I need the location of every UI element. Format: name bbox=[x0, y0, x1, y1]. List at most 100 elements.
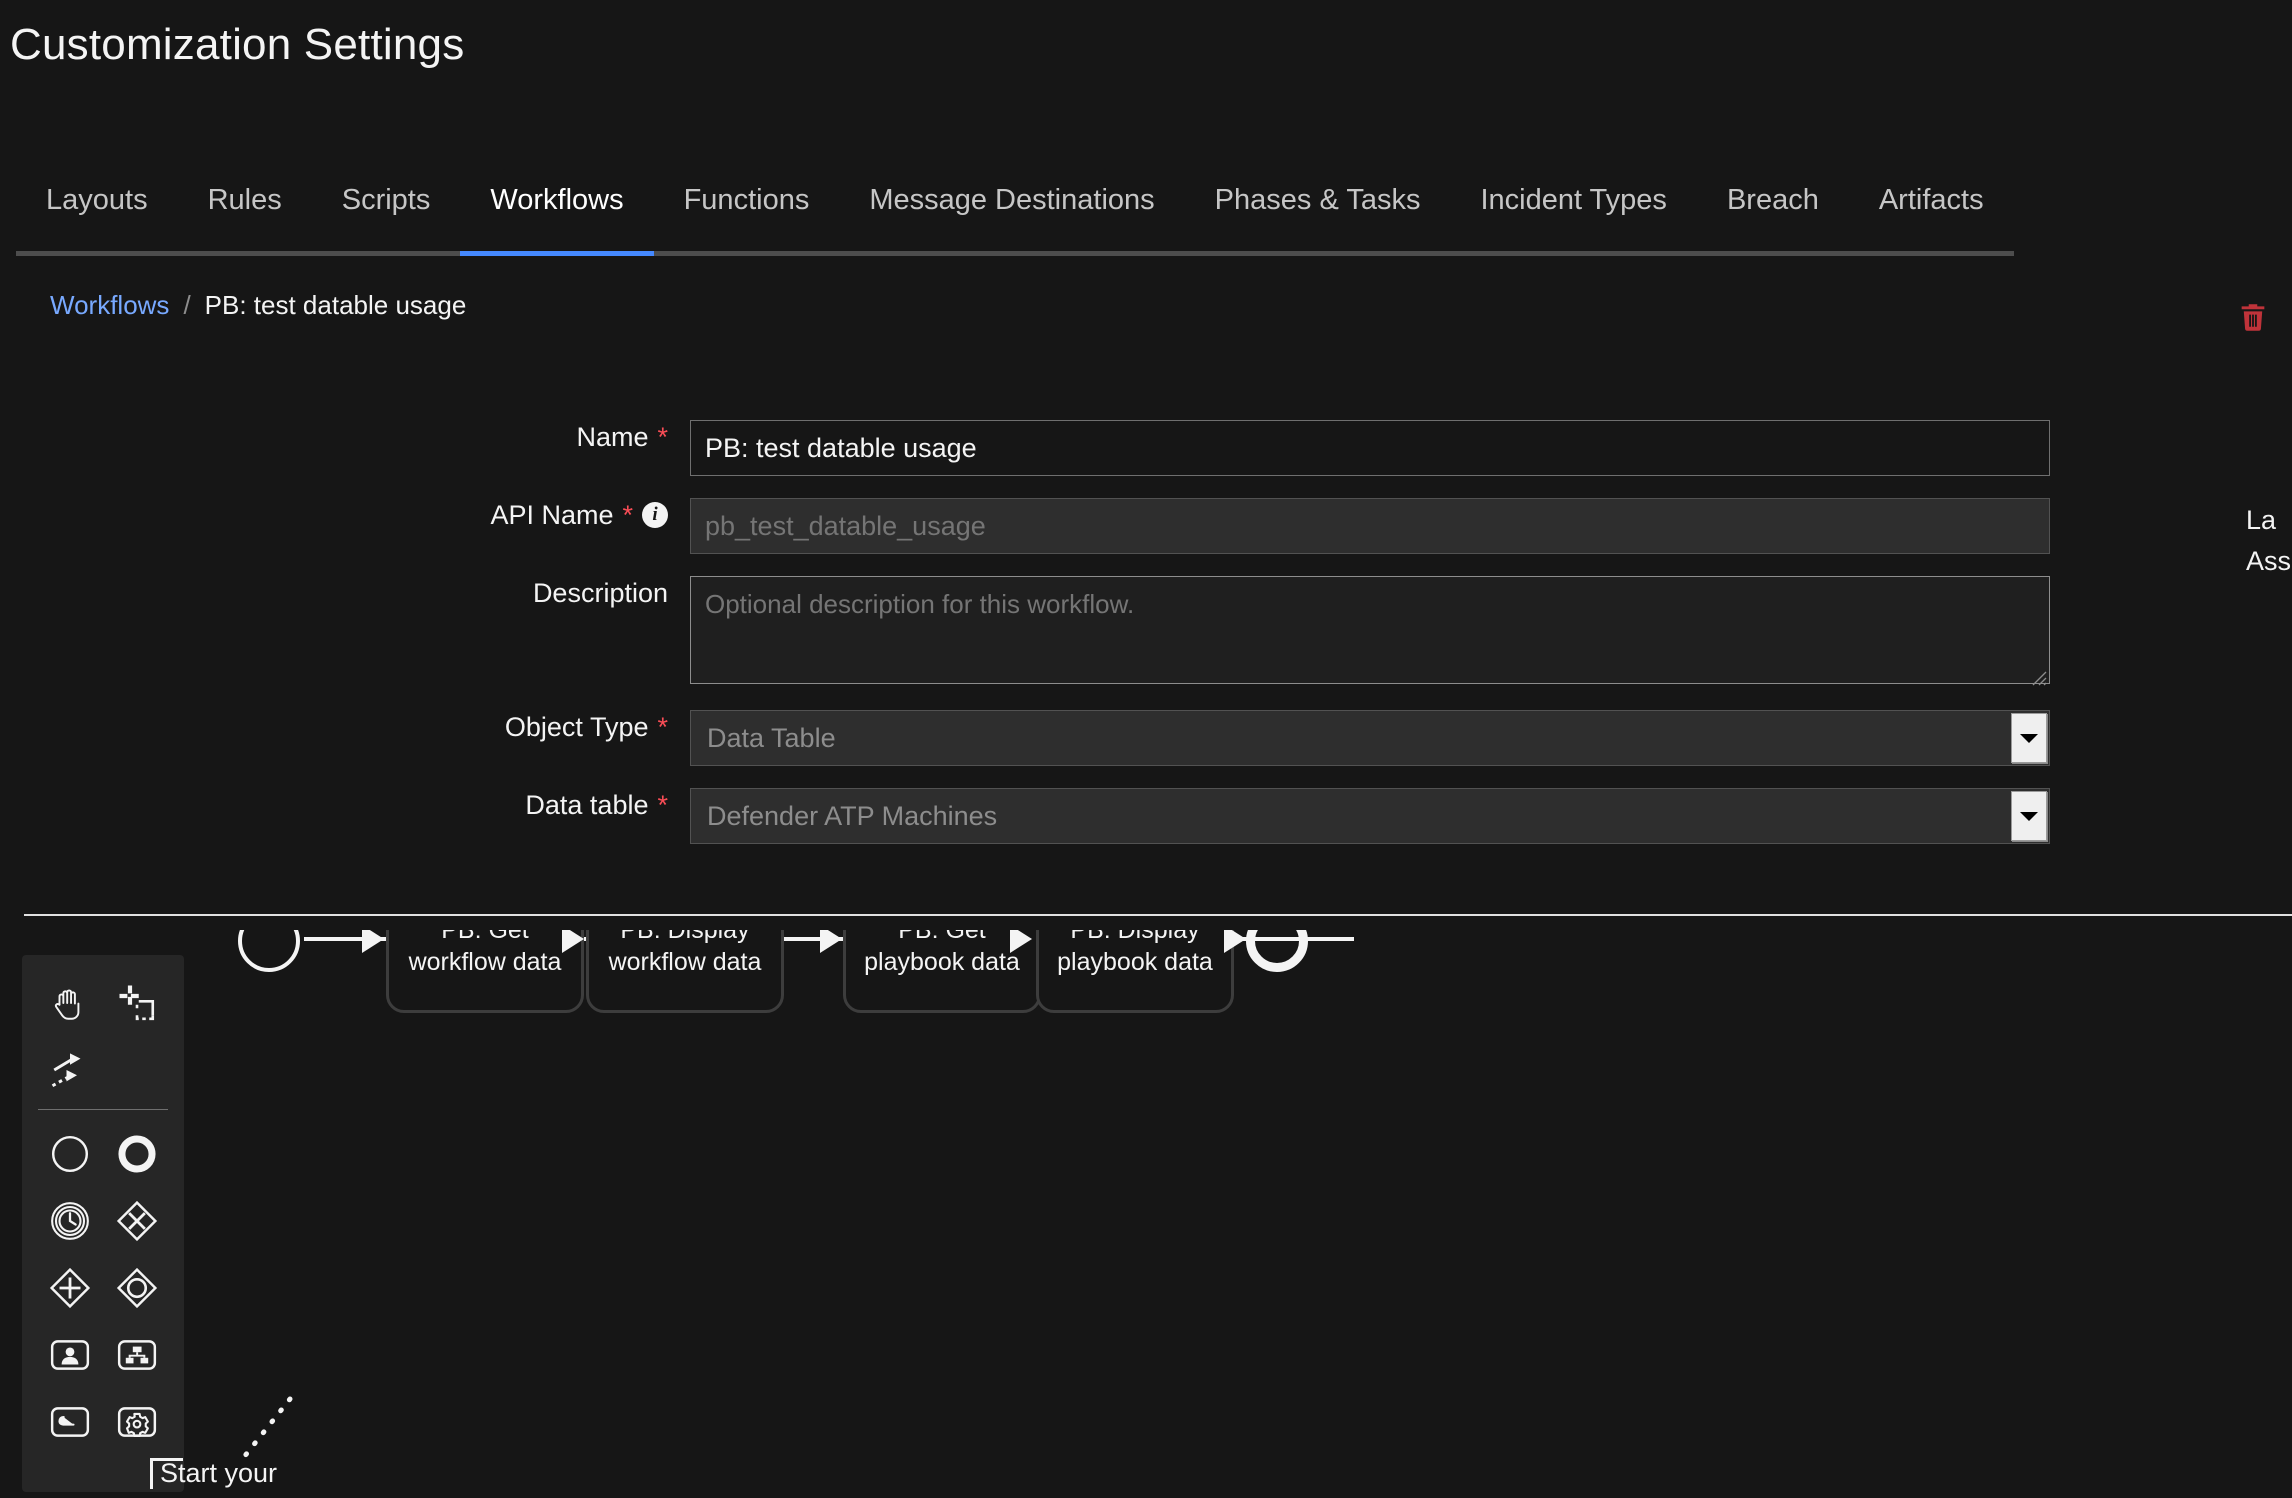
end-event-icon bbox=[117, 1134, 156, 1173]
diagram-end-event[interactable] bbox=[1246, 930, 1308, 972]
node-label-line2: workflow data bbox=[408, 948, 562, 976]
breadcrumb: Workflows / PB: test datable usage bbox=[50, 290, 466, 321]
object-type-value[interactable]: Data Table bbox=[690, 710, 2050, 766]
tab-scripts[interactable]: Scripts bbox=[311, 178, 461, 256]
palette-service-task[interactable] bbox=[103, 1388, 170, 1455]
tab-bar: Layouts Rules Scripts Workflows Function… bbox=[16, 178, 2292, 256]
tab-message-destinations[interactable]: Message Destinations bbox=[839, 178, 1185, 256]
tab-breach[interactable]: Breach bbox=[1696, 178, 1849, 256]
palette-shapes-group bbox=[22, 1120, 184, 1455]
form-row-api-name: API Name * i bbox=[0, 498, 2050, 554]
tab-artifacts[interactable]: Artifacts bbox=[1848, 178, 2014, 256]
data-table-value[interactable]: Defender ATP Machines bbox=[690, 788, 2050, 844]
tab-label: Rules bbox=[207, 184, 282, 216]
node-label-line2: playbook data bbox=[1057, 948, 1213, 976]
breadcrumb-current: PB: test datable usage bbox=[204, 290, 467, 320]
node-label-line1: PB: Get bbox=[441, 930, 529, 944]
tab-underline-active bbox=[460, 251, 654, 256]
workflow-canvas[interactable]: f(x) PB: Get workflow data PB: Display w… bbox=[184, 930, 2292, 1492]
timer-event-icon bbox=[50, 1201, 89, 1240]
palette-marquee-tool[interactable] bbox=[103, 969, 170, 1036]
palette-subprocess-task[interactable] bbox=[103, 1321, 170, 1388]
parallel-gateway-icon bbox=[49, 1267, 90, 1308]
api-name-input[interactable] bbox=[690, 498, 2050, 554]
tab-label: Breach bbox=[1726, 184, 1819, 216]
object-type-select[interactable]: Data Table bbox=[690, 710, 2050, 766]
chevron-down-icon[interactable] bbox=[2011, 713, 2047, 763]
start-callout: Start your bbox=[150, 1458, 380, 1498]
name-input[interactable] bbox=[690, 420, 2050, 476]
connector-arrowhead bbox=[562, 930, 584, 953]
tab-layouts[interactable]: Layouts bbox=[16, 178, 178, 256]
node-label: PB: Get playbook data bbox=[864, 930, 1020, 978]
palette-hand-tool[interactable] bbox=[36, 969, 103, 1036]
tab-workflows[interactable]: Workflows bbox=[460, 178, 654, 256]
resize-grip-icon bbox=[2032, 671, 2047, 686]
diagram-start-event[interactable] bbox=[238, 930, 300, 972]
palette-exclusive-gateway[interactable] bbox=[103, 1187, 170, 1254]
palette-parallel-gateway[interactable] bbox=[36, 1254, 103, 1321]
side-meta-line1: La bbox=[2246, 505, 2277, 535]
node-label: PB: Display playbook data bbox=[1057, 930, 1213, 978]
form-row-description: Description bbox=[0, 576, 2050, 689]
chevron-down-icon[interactable] bbox=[2011, 791, 2047, 841]
diagram-node-display-workflow-data[interactable]: PB: Display workflow data bbox=[586, 930, 784, 1013]
marquee-select-icon bbox=[119, 985, 154, 1020]
description-textarea[interactable] bbox=[690, 576, 2050, 684]
tab-label: Incident Types bbox=[1480, 184, 1667, 216]
connector-arrows-icon bbox=[51, 1052, 80, 1087]
palette-end-event[interactable] bbox=[103, 1120, 170, 1187]
textarea-resize-handle[interactable] bbox=[2031, 670, 2047, 686]
breadcrumb-link-workflows[interactable]: Workflows bbox=[50, 290, 169, 321]
side-meta-line2: Ass bbox=[2246, 545, 2292, 576]
object-type-label-text: Object Type bbox=[504, 711, 649, 742]
data-table-label-text: Data table bbox=[525, 789, 649, 820]
start-event-icon bbox=[51, 1135, 88, 1172]
description-label: Description bbox=[0, 576, 690, 610]
api-name-label-text: API Name bbox=[490, 499, 614, 530]
data-table-select[interactable]: Defender ATP Machines bbox=[690, 788, 2050, 844]
side-meta-panel: La Ass bbox=[2246, 500, 2291, 581]
tab-underline bbox=[311, 251, 461, 256]
form-row-object-type: Object Type * Data Table bbox=[0, 710, 2050, 766]
start-callout-text: Start your bbox=[160, 1458, 278, 1488]
node-label-line2: workflow data bbox=[608, 948, 762, 976]
diagram-node-get-workflow-data[interactable]: f(x) PB: Get workflow data bbox=[386, 930, 584, 1013]
palette-connector-tool[interactable] bbox=[36, 1036, 103, 1103]
name-label: Name * bbox=[0, 420, 690, 454]
diagram-node-display-playbook-data[interactable]: PB: Display playbook data bbox=[1036, 930, 1234, 1013]
callout-leader-line bbox=[241, 1396, 293, 1460]
tab-label: Artifacts bbox=[1878, 184, 1984, 216]
palette-user-task[interactable] bbox=[36, 1321, 103, 1388]
palette-script-task[interactable] bbox=[36, 1388, 103, 1455]
data-table-label: Data table * bbox=[0, 788, 690, 822]
connector-arrowhead bbox=[362, 930, 384, 953]
tab-underline bbox=[1848, 251, 2014, 256]
tab-underline bbox=[653, 251, 840, 256]
palette-start-event[interactable] bbox=[36, 1120, 103, 1187]
tab-underline bbox=[1184, 251, 1451, 256]
connector-arrowhead bbox=[1224, 930, 1246, 953]
tab-underline bbox=[16, 251, 178, 256]
exclusive-gateway-icon bbox=[116, 1200, 157, 1241]
tab-label: Message Destinations bbox=[869, 184, 1155, 216]
tab-label: Scripts bbox=[341, 184, 431, 216]
delete-workflow-button[interactable] bbox=[2236, 300, 2270, 334]
tab-underline bbox=[839, 251, 1185, 256]
palette-inclusive-gateway[interactable] bbox=[103, 1254, 170, 1321]
object-type-label: Object Type * bbox=[0, 710, 690, 744]
tab-incident-types[interactable]: Incident Types bbox=[1450, 178, 1697, 256]
node-label: PB: Get workflow data bbox=[409, 930, 562, 978]
trash-icon bbox=[2241, 304, 2265, 331]
tab-phases-tasks[interactable]: Phases & Tasks bbox=[1184, 178, 1451, 256]
page-title: Customization Settings bbox=[10, 20, 465, 69]
required-marker: * bbox=[657, 789, 668, 820]
info-icon[interactable]: i bbox=[642, 502, 668, 528]
name-label-text: Name bbox=[576, 421, 649, 452]
service-task-icon bbox=[117, 1406, 156, 1437]
tab-functions[interactable]: Functions bbox=[653, 178, 840, 256]
palette-timer-event[interactable] bbox=[36, 1187, 103, 1254]
user-task-icon bbox=[50, 1339, 89, 1370]
tab-label: Phases & Tasks bbox=[1214, 184, 1421, 216]
tab-rules[interactable]: Rules bbox=[177, 178, 312, 256]
